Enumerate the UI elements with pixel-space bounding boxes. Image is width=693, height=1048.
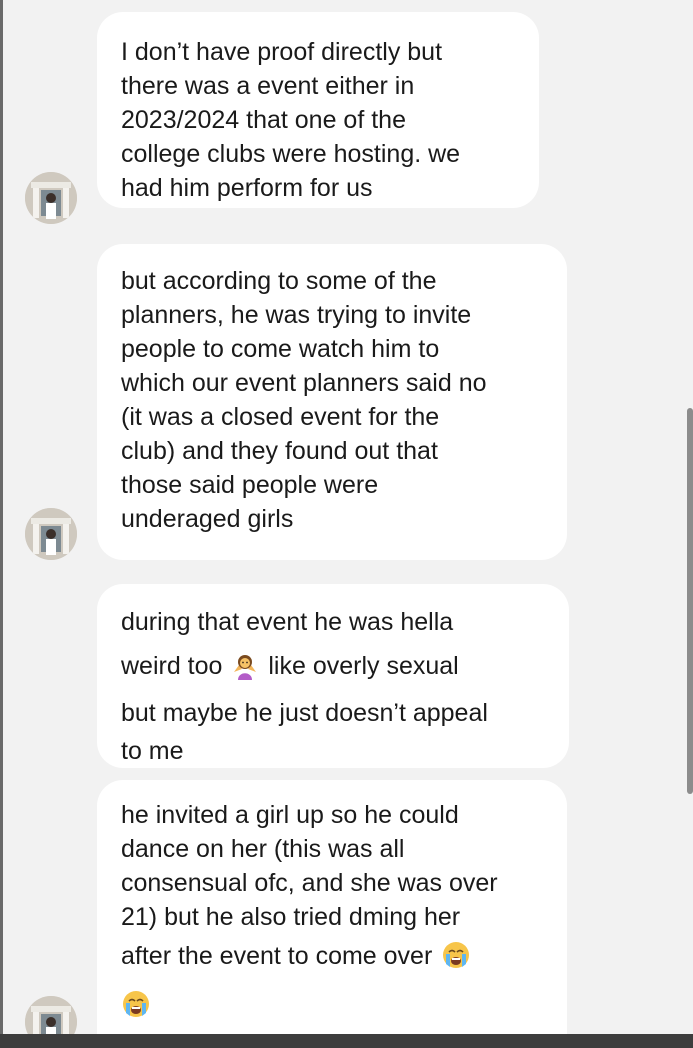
- message-line: there was a event either in: [121, 72, 415, 100]
- message-line: had him perform for us: [121, 174, 373, 202]
- message-line-with-emoji: weird too like overly sexual: [121, 644, 543, 694]
- message-bubble[interactable]: but according to some of the planners, h…: [97, 244, 567, 560]
- message-line: (it was a closed event for the: [121, 403, 440, 431]
- message-bubble[interactable]: during that event he was hella weird too…: [97, 584, 569, 768]
- woman-shrugging-icon: [231, 650, 259, 694]
- message-line: club) and they found out that: [121, 437, 438, 465]
- message-bubble[interactable]: he invited a girl up so he could dance o…: [97, 780, 567, 1034]
- chat-thread: I don’t have proof directly but there wa…: [3, 0, 693, 1048]
- message-line: consensual ofc, and she was over: [121, 869, 498, 897]
- scrollbar[interactable]: [687, 408, 693, 794]
- message-line: to me: [121, 737, 184, 765]
- message-bubble[interactable]: I don’t have proof directly but there wa…: [97, 12, 539, 208]
- avatar[interactable]: [25, 172, 77, 224]
- message-line: 2023/2024 that one of the: [121, 106, 406, 134]
- bottom-bar: [0, 1034, 693, 1048]
- message-line: but according to some of the: [121, 267, 437, 295]
- message-text: after the event to come over: [121, 942, 433, 970]
- message-line-with-emoji: after the event to come over: [121, 934, 541, 984]
- avatar[interactable]: [25, 508, 77, 560]
- message-line: I don’t have proof directly but: [121, 38, 443, 66]
- message-line: underaged girls: [121, 505, 294, 533]
- message-line: during that event he was hella: [121, 608, 454, 636]
- message-line: those said people were: [121, 471, 379, 499]
- message-line: dance on her (this was all: [121, 835, 405, 863]
- message-text: like overly sexual: [268, 652, 459, 680]
- message-text: weird too: [121, 652, 223, 680]
- loudly-crying-face-icon: [121, 989, 151, 1028]
- message-line: planners, he was trying to invite: [121, 301, 472, 329]
- message-line: but maybe he just doesn’t appeal: [121, 699, 488, 727]
- message-line: he invited a girl up so he could: [121, 801, 459, 829]
- message-line: college clubs were hosting. we: [121, 140, 461, 168]
- message-line: which our event planners said no: [121, 369, 487, 397]
- message-line: 21) but he also tried dming her: [121, 903, 461, 931]
- message-line: people to come watch him to: [121, 335, 440, 363]
- loudly-crying-face-icon: [441, 940, 471, 984]
- message-line-emoji-only: [121, 988, 541, 1028]
